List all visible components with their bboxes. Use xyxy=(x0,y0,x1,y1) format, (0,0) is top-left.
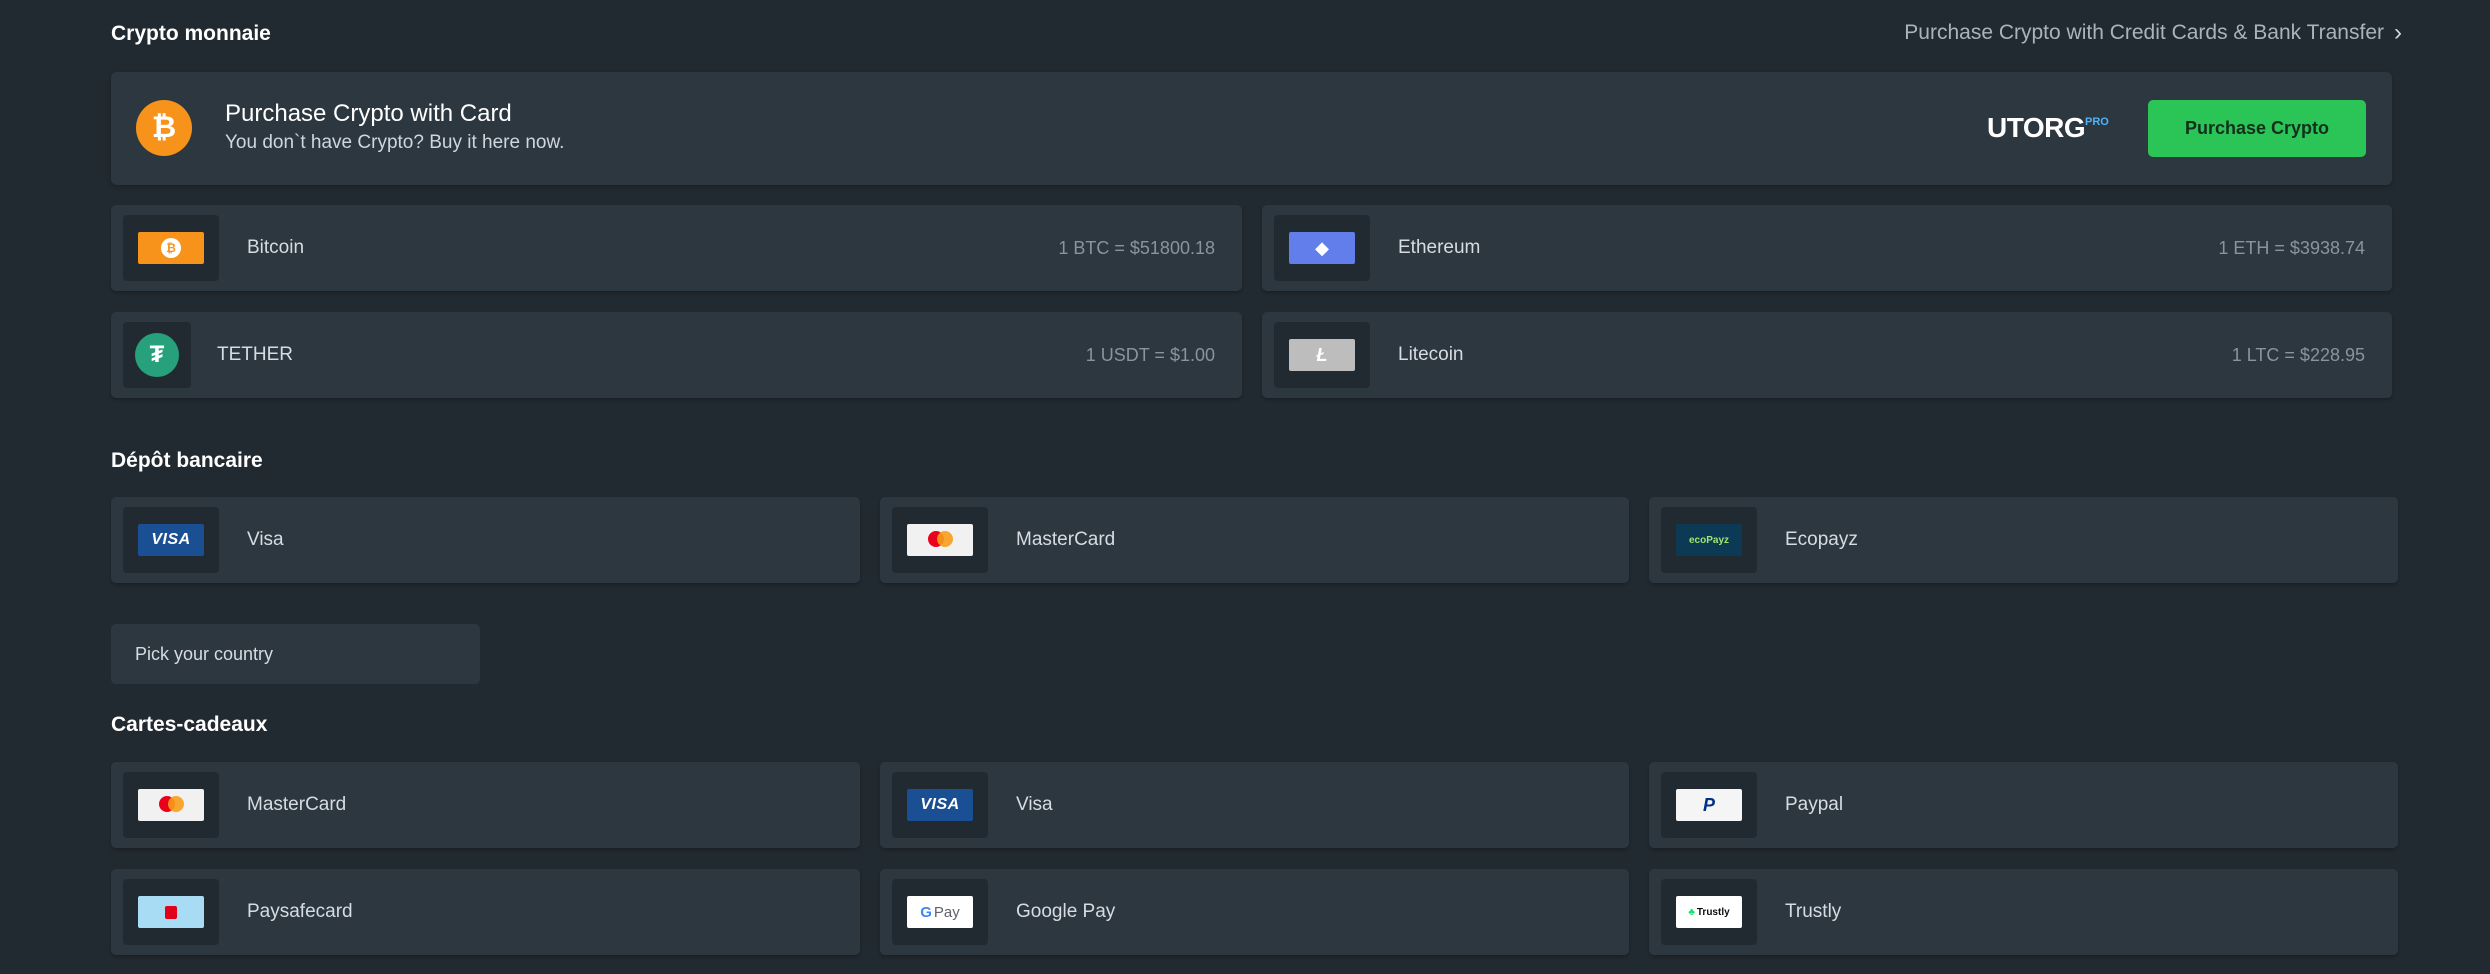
visa-icon: VISA xyxy=(138,524,204,556)
method-name: MasterCard xyxy=(1016,529,1116,550)
coin-rate: 1 USDT = $1.00 xyxy=(1085,345,1215,365)
coin-card-tether[interactable]: ₮ TETHER 1 USDT = $1.00 xyxy=(111,312,1242,398)
method-name: Ecopayz xyxy=(1785,529,1858,550)
trustly-icon-box: ♣ Trustly xyxy=(1661,879,1757,945)
tether-icon-box: ₮ xyxy=(123,322,191,388)
coin-name: Bitcoin xyxy=(247,237,305,258)
ethereum-icon-box: ◆ xyxy=(1274,215,1370,281)
method-name: Trustly xyxy=(1785,901,1842,922)
bitcoin-icon-box: ₿ xyxy=(123,215,219,281)
coin-rate: 1 BTC = $51800.18 xyxy=(1058,238,1215,258)
ecopayz-icon-box: ecoPayz xyxy=(1661,507,1757,573)
paysafecard-icon xyxy=(138,896,204,928)
mastercard-icon-box xyxy=(892,507,988,573)
paypal-icon: P xyxy=(1676,789,1742,821)
mastercard-icon-box xyxy=(123,772,219,838)
payment-page: Crypto monnaie Purchase Crypto with Cred… xyxy=(0,0,2490,974)
gift-section-title: Cartes-cadeaux xyxy=(111,713,268,736)
litecoin-icon-box: Ł xyxy=(1274,322,1370,388)
tether-icon: ₮ xyxy=(135,333,179,377)
purchase-crypto-button[interactable]: Purchase Crypto xyxy=(2148,100,2366,157)
visa-icon-box: VISA xyxy=(123,507,219,573)
litecoin-icon: Ł xyxy=(1289,339,1355,371)
coin-card-bitcoin[interactable]: ₿ Bitcoin 1 BTC = $51800.18 xyxy=(111,205,1242,291)
google-pay-icon-box: G Pay xyxy=(892,879,988,945)
utorg-pro-badge: PRO xyxy=(2085,116,2109,128)
method-name: Google Pay xyxy=(1016,901,1116,922)
gift-method-paypal[interactable]: P Paypal xyxy=(1649,762,2398,848)
method-name: Paypal xyxy=(1785,794,1844,815)
paysafecard-icon-box xyxy=(123,879,219,945)
purchase-crypto-banner: ₿ Purchase Crypto with Card You don`t ha… xyxy=(111,72,2392,185)
crypto-section-title: Crypto monnaie xyxy=(111,22,271,45)
ethereum-icon: ◆ xyxy=(1289,232,1355,264)
gift-method-trustly[interactable]: ♣ Trustly Trustly xyxy=(1649,869,2398,955)
banner-subtitle: You don`t have Crypto? Buy it here now. xyxy=(225,132,565,153)
bitcoin-icon: ₿ xyxy=(138,232,204,264)
banner-title: Purchase Crypto with Card xyxy=(225,100,512,127)
bank-method-ecopayz[interactable]: ecoPayz Ecopayz xyxy=(1649,497,2398,583)
coin-rate: 1 ETH = $3938.74 xyxy=(2218,238,2365,258)
bank-section-title: Dépôt bancaire xyxy=(111,449,263,472)
bank-method-visa[interactable]: VISA Visa xyxy=(111,497,860,583)
trustly-icon: ♣ Trustly xyxy=(1676,896,1742,928)
chevron-right-icon: › xyxy=(2394,19,2402,46)
gift-method-google-pay[interactable]: G Pay Google Pay xyxy=(880,869,1629,955)
paypal-icon-box: P xyxy=(1661,772,1757,838)
google-pay-icon: G Pay xyxy=(907,896,973,928)
trustly-chip-text: Trustly xyxy=(1696,906,1730,918)
google-pay-chip-text: Pay xyxy=(933,903,960,921)
visa-icon-box: VISA xyxy=(892,772,988,838)
bank-method-mastercard[interactable]: MasterCard xyxy=(880,497,1629,583)
purchase-crypto-link-label: Purchase Crypto with Credit Cards & Bank… xyxy=(1904,21,2384,44)
mastercard-icon xyxy=(138,789,204,821)
coin-card-ethereum[interactable]: ◆ Ethereum 1 ETH = $3938.74 xyxy=(1262,205,2392,291)
visa-icon: VISA xyxy=(907,789,973,821)
method-name: Paysafecard xyxy=(247,901,353,922)
method-name: Visa xyxy=(1016,794,1053,815)
gift-method-paysafecard[interactable]: Paysafecard xyxy=(111,869,860,955)
coin-name: TETHER xyxy=(217,344,293,365)
country-select[interactable]: Pick your country xyxy=(111,624,480,684)
gift-method-visa[interactable]: VISA Visa xyxy=(880,762,1629,848)
bitcoin-icon: ₿ xyxy=(136,100,192,156)
mastercard-icon xyxy=(907,524,973,556)
coin-rate: 1 LTC = $228.95 xyxy=(2231,345,2365,365)
utorg-logo: UTORG xyxy=(1987,112,2086,143)
method-name: MasterCard xyxy=(247,794,347,815)
method-name: Visa xyxy=(247,529,284,550)
ecopayz-icon: ecoPayz xyxy=(1676,524,1742,556)
gift-method-mastercard[interactable]: MasterCard xyxy=(111,762,860,848)
coin-name: Ethereum xyxy=(1398,237,1481,258)
coin-card-litecoin[interactable]: Ł Litecoin 1 LTC = $228.95 xyxy=(1262,312,2392,398)
coin-name: Litecoin xyxy=(1398,344,1464,365)
purchase-crypto-link[interactable]: Purchase Crypto with Credit Cards & Bank… xyxy=(1904,21,2402,45)
